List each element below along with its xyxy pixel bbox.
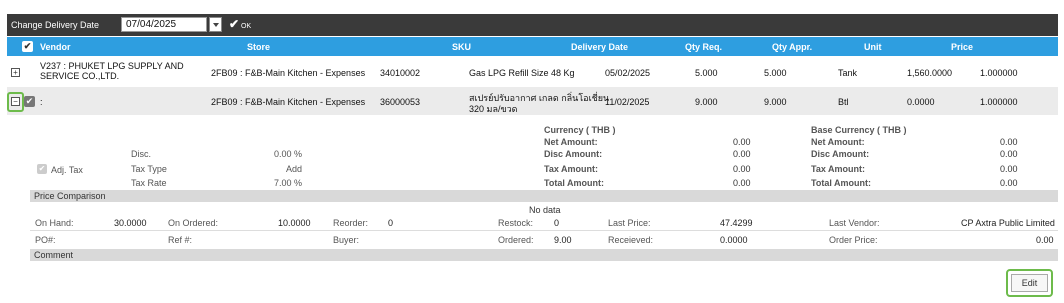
col-vendor[interactable]: Vendor (40, 42, 71, 52)
no-data-text: No data (529, 205, 561, 215)
table-row[interactable]: − ✔ : 2FB09 : F&B-Main Kitchen - Expense… (7, 87, 1058, 115)
delivery-date-cell: 05/02/2025 (605, 68, 651, 78)
last-vendor-label: Last Vendor: (829, 218, 880, 228)
col-store[interactable]: Store (247, 42, 270, 52)
qty-appr-cell: 5.000 (764, 68, 787, 78)
received-label: Receieved: (608, 235, 654, 245)
grid-header: ✔ Vendor Store SKU Delivery Date Qty Req… (7, 37, 1058, 56)
col-unit[interactable]: Unit (864, 42, 882, 52)
ok-button[interactable]: ✔ OK (229, 17, 251, 32)
divider (30, 230, 1058, 231)
factor-cell: 1.000000 (980, 97, 1018, 107)
col-qty-appr[interactable]: Qty Appr. (772, 42, 812, 52)
currency-title: Currency ( THB ) (544, 125, 616, 135)
reorder-value: 0 (388, 218, 394, 228)
select-all-checkbox[interactable]: ✔ (22, 41, 33, 52)
qty-req-cell: 9.000 (695, 97, 718, 107)
tax-type-value: Add (286, 164, 303, 174)
total-amount-value: 0.00 (733, 178, 751, 188)
comment-header: Comment (30, 249, 1058, 261)
disc-label: Disc. (131, 149, 151, 159)
order-price-label: Order Price: (829, 235, 878, 245)
last-price-value: 47.4299 (720, 218, 753, 228)
disc-amount-label: Disc Amount: (544, 149, 603, 159)
ordered-label: Ordered: (498, 235, 534, 245)
tax-amount-value: 0.00 (733, 164, 751, 174)
base-total-amount-label: Total Amount: (811, 178, 871, 188)
adj-tax-label: Adj. Tax (51, 165, 83, 175)
price-comparison-title: Price Comparison (34, 191, 106, 201)
col-price[interactable]: Price (951, 42, 973, 52)
check-icon: ✔ (229, 17, 240, 31)
unit-cell: Btl (838, 97, 849, 107)
store-cell: 2FB09 : F&B-Main Kitchen - Expenses (211, 68, 366, 78)
date-dropdown-button[interactable] (209, 17, 222, 32)
base-disc-amount-label: Disc Amount: (811, 149, 870, 159)
price-cell: 1,560.0000 (907, 68, 953, 78)
ref-label: Ref #: (168, 235, 193, 245)
col-delivery-date[interactable]: Delivery Date (571, 42, 628, 52)
buyer-label: Buyer: (333, 235, 360, 245)
base-currency-title: Base Currency ( THB ) (811, 125, 907, 135)
store-cell: 2FB09 : F&B-Main Kitchen - Expenses (211, 97, 366, 107)
net-amount-label: Net Amount: (544, 137, 598, 147)
edit-button[interactable]: Edit (1011, 274, 1048, 292)
restock-label: Restock: (498, 218, 534, 228)
price-comparison-header: Price Comparison (30, 190, 1058, 202)
last-vendor-value: CP Axtra Public Limited (961, 218, 1055, 228)
qty-appr-cell: 9.000 (764, 97, 787, 107)
collapse-icon[interactable]: − (11, 97, 20, 106)
disc-value: 0.00 % (274, 149, 303, 159)
base-net-amount-value: 0.00 (1000, 137, 1018, 147)
po-label: PO#: (35, 235, 56, 245)
tax-rate-label: Tax Rate (131, 178, 167, 188)
on-ordered-label: On Ordered: (168, 218, 219, 228)
sku-code-cell: 34010002 (380, 68, 421, 78)
sku-name-cell: Gas LPG Refill Size 48 Kg (469, 68, 575, 78)
col-qty-req[interactable]: Qty Req. (685, 42, 722, 52)
tax-type-label: Tax Type (131, 164, 167, 174)
restock-value: 0 (554, 218, 560, 228)
delivery-date-input[interactable]: 07/04/2025 (121, 17, 207, 32)
expand-icon[interactable]: + (11, 68, 20, 77)
received-value: 0.0000 (720, 235, 748, 245)
base-net-amount-label: Net Amount: (811, 137, 865, 147)
vendor-cell: : (40, 97, 43, 107)
comment-title: Comment (34, 250, 74, 260)
sku-name-cell-line2: 320 มล/ขวด (469, 104, 518, 114)
change-delivery-label: Change Delivery Date (11, 20, 100, 30)
unit-cell: Tank (838, 68, 858, 78)
base-tax-amount-value: 0.00 (1000, 164, 1018, 174)
tax-amount-label: Tax Amount: (544, 164, 598, 174)
price-cell: 0.0000 (907, 97, 935, 107)
row-checkbox[interactable]: ✔ (24, 96, 35, 107)
base-total-amount-value: 0.00 (1000, 178, 1018, 188)
base-tax-amount-label: Tax Amount: (811, 164, 865, 174)
reorder-label: Reorder: (333, 218, 369, 228)
last-price-label: Last Price: (608, 218, 651, 228)
base-disc-amount-value: 0.00 (1000, 149, 1018, 159)
disc-amount-value: 0.00 (733, 149, 751, 159)
net-amount-value: 0.00 (733, 137, 751, 147)
table-row[interactable]: + V237 : PHUKET LPG SUPPLY AND SERVICE C… (7, 58, 1058, 86)
sku-code-cell: 36000053 (380, 97, 421, 107)
vendor-cell: V237 : PHUKET LPG SUPPLY AND (40, 61, 184, 71)
on-hand-value: 30.0000 (114, 218, 147, 228)
delivery-date-cell: 11/02/2025 (605, 97, 650, 107)
factor-cell: 1.000000 (980, 68, 1018, 78)
change-delivery-toolbar: Change Delivery Date 07/04/2025 ✔ OK (7, 14, 1058, 36)
adj-tax-checkbox[interactable]: ✔ (37, 164, 47, 174)
total-amount-label: Total Amount: (544, 178, 604, 188)
order-price-value: 0.00 (1036, 235, 1054, 245)
on-ordered-value: 10.0000 (278, 218, 311, 228)
col-sku[interactable]: SKU (452, 42, 471, 52)
ok-label: OK (241, 23, 252, 30)
ordered-value: 9.00 (554, 235, 572, 245)
qty-req-cell: 5.000 (695, 68, 718, 78)
vendor-cell-line2: SERVICE CO.,LTD. (40, 71, 120, 81)
on-hand-label: On Hand: (35, 218, 74, 228)
tax-rate-value: 7.00 % (274, 178, 303, 188)
